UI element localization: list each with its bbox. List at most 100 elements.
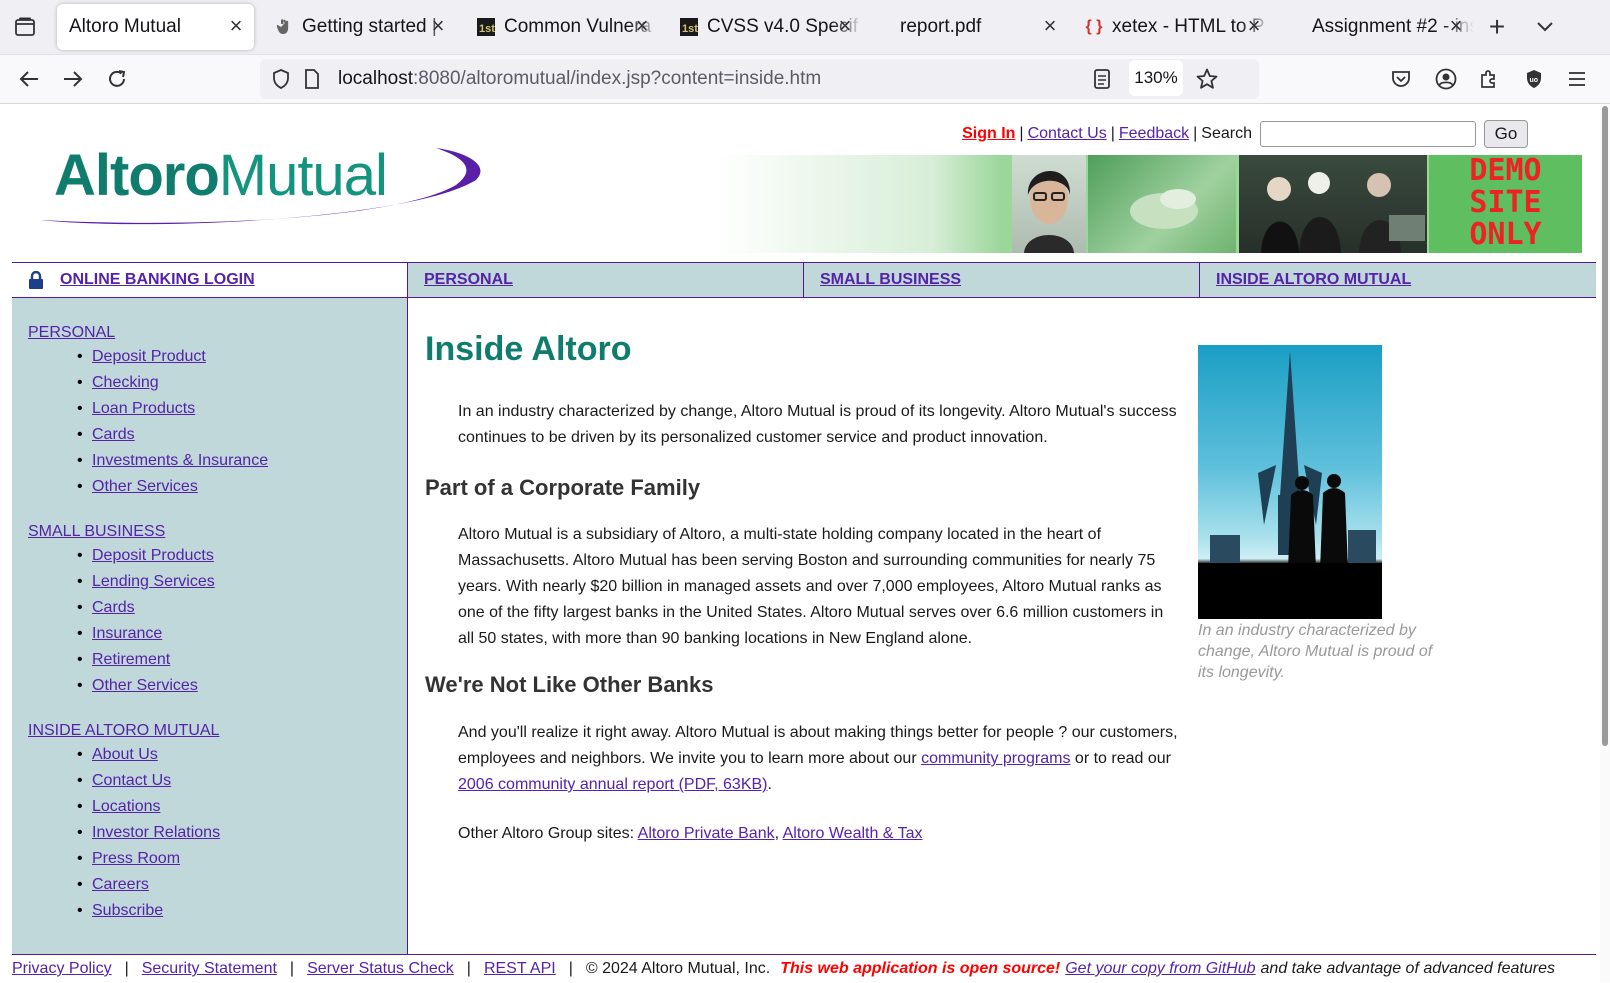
tab-getting-started[interactable]: Getting started | × [262, 4, 456, 50]
tab-xetex[interactable]: { } xetex - HTML to P × [1072, 4, 1272, 50]
account-button[interactable] [1429, 62, 1463, 96]
rest-api-link[interactable]: REST API [484, 960, 556, 978]
sidebar-link[interactable]: Deposit Product [92, 348, 206, 365]
privacy-policy-link[interactable]: Privacy Policy [12, 960, 112, 978]
tab-altoro-mutual[interactable]: Altoro Mutual × [57, 4, 254, 50]
sidebar-link[interactable]: Investments & Insurance [92, 452, 268, 469]
main-nav: ONLINE BANKING LOGIN PERSONAL SMALL BUSI… [12, 262, 1596, 298]
tab-cvss-spec[interactable]: 1st CVSS v4.0 Specif × [667, 4, 863, 50]
community-programs-link[interactable]: community programs [921, 750, 1070, 767]
new-tab-button[interactable]: + [1480, 10, 1514, 44]
search-label: Search [1201, 125, 1252, 142]
server-status-link[interactable]: Server Status Check [307, 960, 454, 978]
zoom-level-button[interactable]: 130% [1129, 60, 1183, 96]
sidebar-link[interactable]: Locations [92, 798, 161, 815]
arrow-right-icon [64, 71, 83, 87]
list-item: Subscribe [28, 898, 220, 924]
list-item: Other Services [28, 474, 268, 500]
sidebar-list-inside: About Us Contact Us Locations Investor R… [28, 742, 220, 924]
tab-close-icon[interactable]: × [428, 13, 448, 38]
sidebar-link[interactable]: Retirement [92, 651, 170, 668]
contact-us-link[interactable]: Contact Us [1028, 125, 1107, 143]
reload-icon [109, 70, 126, 87]
list-item: Press Room [28, 846, 220, 872]
ublock-button[interactable]: uo [1517, 62, 1551, 96]
tab-close-icon[interactable]: × [1446, 13, 1466, 38]
demo-text: DEMO SITE ONLY [1469, 155, 1542, 252]
extensions-button[interactable] [1472, 62, 1506, 96]
github-link[interactable]: Get your copy from GitHub [1065, 960, 1255, 978]
tab-close-icon[interactable]: × [632, 13, 652, 38]
altoro-mutual-logo[interactable]: AltoroMutual [36, 140, 488, 234]
bookmark-star-icon[interactable] [1196, 68, 1218, 90]
sidebar-heading-small-business[interactable]: SMALL BUSINESS [28, 523, 215, 541]
scrollbar-thumb[interactable] [1602, 106, 1608, 746]
sidebar-link[interactable]: Subscribe [92, 902, 163, 919]
sidebar-link[interactable]: Press Room [92, 850, 180, 867]
list-item: Careers [28, 872, 220, 898]
pocket-button[interactable] [1384, 62, 1418, 96]
browser-tab-bar: Altoro Mutual × Getting started | × 1st … [0, 0, 1610, 55]
copyright-text: © 2024 Altoro Mutual, Inc. [585, 960, 771, 977]
svg-text:1st: 1st [479, 23, 495, 35]
sidebar-link[interactable]: Loan Products [92, 400, 195, 417]
sidebar-link[interactable]: Contact Us [92, 772, 171, 789]
sidebar-list-personal: Deposit Product Checking Loan Products C… [28, 344, 268, 500]
list-item: Deposit Products [28, 543, 215, 569]
tab-close-icon[interactable]: × [226, 13, 246, 38]
header-banner: DEMO SITE ONLY [716, 155, 1582, 253]
sidebar-link[interactable]: Cards [92, 599, 135, 616]
sidebar-link[interactable]: Cards [92, 426, 135, 443]
search-input[interactable] [1260, 121, 1476, 147]
inside-altoro-link[interactable]: INSIDE ALTORO MUTUAL [1216, 271, 1411, 289]
go-button[interactable]: Go [1484, 120, 1528, 148]
sidebar-heading-personal[interactable]: PERSONAL [28, 324, 268, 342]
sign-in-link[interactable]: Sign In [962, 125, 1015, 143]
list-item: Insurance [28, 621, 215, 647]
forward-button[interactable] [56, 62, 90, 96]
list-item: Other Services [28, 673, 215, 699]
small-business-link[interactable]: SMALL BUSINESS [820, 271, 961, 289]
intro-paragraph: In an industry characterized by change, … [458, 403, 1177, 446]
nav-small-business: SMALL BUSINESS [804, 263, 1200, 297]
online-banking-login-link[interactable]: ONLINE BANKING LOGIN [60, 271, 255, 289]
url-host: localhost [338, 68, 413, 89]
tab-close-icon[interactable]: × [1040, 13, 1060, 38]
url-bar[interactable]: localhost:8080/altoromutual/index.jsp?co… [260, 59, 1259, 99]
sidebar-link[interactable]: Other Services [92, 478, 198, 495]
sidebar-heading-inside[interactable]: INSIDE ALTORO MUTUAL [28, 722, 220, 740]
tab-assignment[interactable]: Assignment #2 - ins × [1278, 4, 1474, 50]
banks-paragraph: And you'll realize it right away. Altoro… [458, 724, 1178, 793]
sidebar-section-inside: INSIDE ALTORO MUTUAL About Us Contact Us… [28, 722, 220, 924]
sidebar-link[interactable]: Careers [92, 876, 149, 893]
feedback-link[interactable]: Feedback [1119, 125, 1189, 143]
list-all-tabs-button[interactable] [1528, 10, 1562, 44]
image-caption: In an industry characterized by change, … [1198, 622, 1433, 681]
security-statement-link[interactable]: Security Statement [142, 960, 277, 978]
sidebar-link[interactable]: Other Services [92, 677, 198, 694]
hands-photo [1088, 155, 1236, 253]
skyline-image [1198, 345, 1382, 619]
tab-common-vulnerability[interactable]: 1st Common Vulnera × [464, 4, 660, 50]
back-button[interactable] [12, 62, 46, 96]
sidebar-link[interactable]: Insurance [92, 625, 162, 642]
sidebar-link[interactable]: Deposit Products [92, 547, 214, 564]
woman-photo [1012, 155, 1086, 253]
sidebar-link[interactable]: Lending Services [92, 573, 215, 590]
list-item: Cards [28, 422, 268, 448]
annual-report-link[interactable]: 2006 community annual report (PDF, 63KB) [458, 776, 767, 793]
sidebar-link[interactable]: Checking [92, 374, 159, 391]
private-bank-link[interactable]: Altoro Private Bank [638, 825, 775, 842]
reader-view-icon[interactable] [1094, 69, 1110, 89]
wealth-tax-link[interactable]: Altoro Wealth & Tax [783, 825, 923, 842]
tab-report-pdf[interactable]: report.pdf × [870, 4, 1068, 50]
tab-close-icon[interactable]: × [1244, 13, 1264, 38]
sidebar-link[interactable]: About Us [92, 746, 158, 763]
sidebar-link[interactable]: Investor Relations [92, 824, 220, 841]
app-menu-button[interactable] [1560, 62, 1594, 96]
tab-close-icon[interactable]: × [835, 13, 855, 38]
personal-link[interactable]: PERSONAL [424, 271, 513, 289]
sidebar-section-small-business: SMALL BUSINESS Deposit Products Lending … [28, 523, 215, 699]
reload-button[interactable] [100, 62, 134, 96]
firefox-view-button[interactable] [8, 10, 42, 44]
